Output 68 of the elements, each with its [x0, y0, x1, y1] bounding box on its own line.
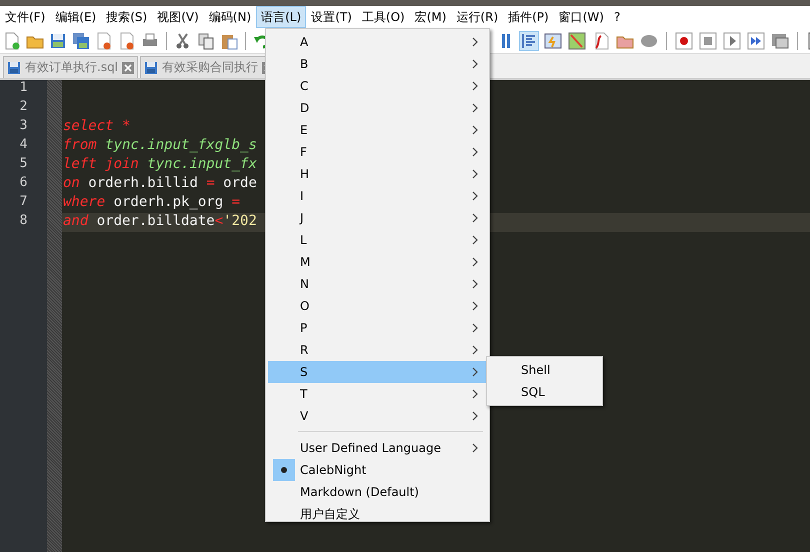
- menu-item[interactable]: L: [268, 229, 487, 251]
- menu-item[interactable]: 编码(N): [204, 6, 256, 28]
- menu-item[interactable]: SQL: [487, 381, 602, 403]
- fast-forward-icon[interactable]: [747, 32, 765, 50]
- save-icon: [144, 60, 158, 74]
- menu-item[interactable]: 文件(F): [0, 6, 50, 28]
- record-icon[interactable]: [675, 32, 693, 50]
- menu-item[interactable]: 编辑(E): [50, 6, 102, 28]
- save-icon[interactable]: [49, 32, 67, 50]
- menu-item[interactable]: 工具(O): [356, 6, 410, 28]
- menu-item[interactable]: 运行(R): [451, 6, 504, 28]
- code-line: where orderh.pk_org =: [63, 194, 240, 210]
- menu-item[interactable]: CalebNight: [268, 459, 487, 481]
- menu-item[interactable]: 语言(L): [256, 6, 306, 28]
- panel-icon[interactable]: [544, 32, 562, 50]
- menu-item[interactable]: O: [268, 295, 487, 317]
- code-line: and order.billdate<'202: [63, 213, 257, 229]
- close-all-icon[interactable]: [118, 32, 136, 50]
- line-number: 2: [18, 99, 28, 116]
- menu-item[interactable]: P: [268, 317, 487, 339]
- code-line: select *: [63, 118, 130, 134]
- map-icon[interactable]: [568, 32, 586, 50]
- tab-label: 有效采购合同执行: [162, 59, 258, 76]
- close-icon[interactable]: [122, 62, 134, 74]
- menu-item[interactable]: M: [268, 251, 487, 273]
- macro-icon[interactable]: [771, 32, 789, 50]
- menu-item[interactable]: ?: [608, 6, 626, 28]
- menu-item[interactable]: 窗口(W): [554, 6, 609, 28]
- menu-item[interactable]: 设置(T): [306, 6, 357, 28]
- line-number: 6: [18, 175, 28, 192]
- line-number: 3: [18, 118, 28, 135]
- play-icon[interactable]: [723, 32, 741, 50]
- menu-item[interactable]: H: [268, 163, 487, 185]
- menu-item[interactable]: D: [268, 97, 487, 119]
- menu-item[interactable]: V: [268, 405, 487, 427]
- line-number: 8: [18, 213, 28, 230]
- menu-item[interactable]: S: [268, 361, 487, 383]
- menu-item[interactable]: 视图(V): [152, 6, 204, 28]
- menu-item[interactable]: I: [268, 185, 487, 207]
- menu-item[interactable]: 搜索(S): [101, 6, 152, 28]
- code-line: left join tync.input_fx: [63, 156, 257, 172]
- line-number: 4: [18, 137, 28, 154]
- menu-item[interactable]: N: [268, 273, 487, 295]
- close-file-icon[interactable]: [95, 32, 113, 50]
- menu-item[interactable]: F: [268, 141, 487, 163]
- menu-item[interactable]: T: [268, 383, 487, 405]
- menu-item[interactable]: Shell: [487, 359, 602, 381]
- menu-item[interactable]: 宏(M): [410, 6, 452, 28]
- new-file-icon[interactable]: [3, 32, 21, 50]
- line-number: 1: [18, 80, 28, 97]
- code-line: on orderh.billid = orde: [63, 175, 257, 191]
- menu-item[interactable]: R: [268, 339, 487, 361]
- code-line: from tync.input_fxglb_s: [63, 137, 257, 153]
- line-number: 7: [18, 194, 28, 211]
- menu-item[interactable]: Markdown (Default): [268, 481, 487, 503]
- indent-guide-icon[interactable]: [520, 32, 538, 50]
- tab-label: 有效订单执行.sql: [25, 59, 118, 76]
- save-icon: [7, 60, 21, 74]
- save-all-icon[interactable]: [72, 32, 90, 50]
- menu-item[interactable]: User Defined Language: [268, 437, 487, 459]
- stop-icon[interactable]: [699, 32, 717, 50]
- menu-item[interactable]: J: [268, 207, 487, 229]
- menu-item[interactable]: 插件(P): [503, 6, 554, 28]
- line-number: 5: [18, 156, 28, 173]
- menu-item[interactable]: E: [268, 119, 487, 141]
- menu-item[interactable]: 用户自定义: [268, 503, 487, 525]
- copy-icon[interactable]: [197, 32, 215, 50]
- menu-item[interactable]: C: [268, 75, 487, 97]
